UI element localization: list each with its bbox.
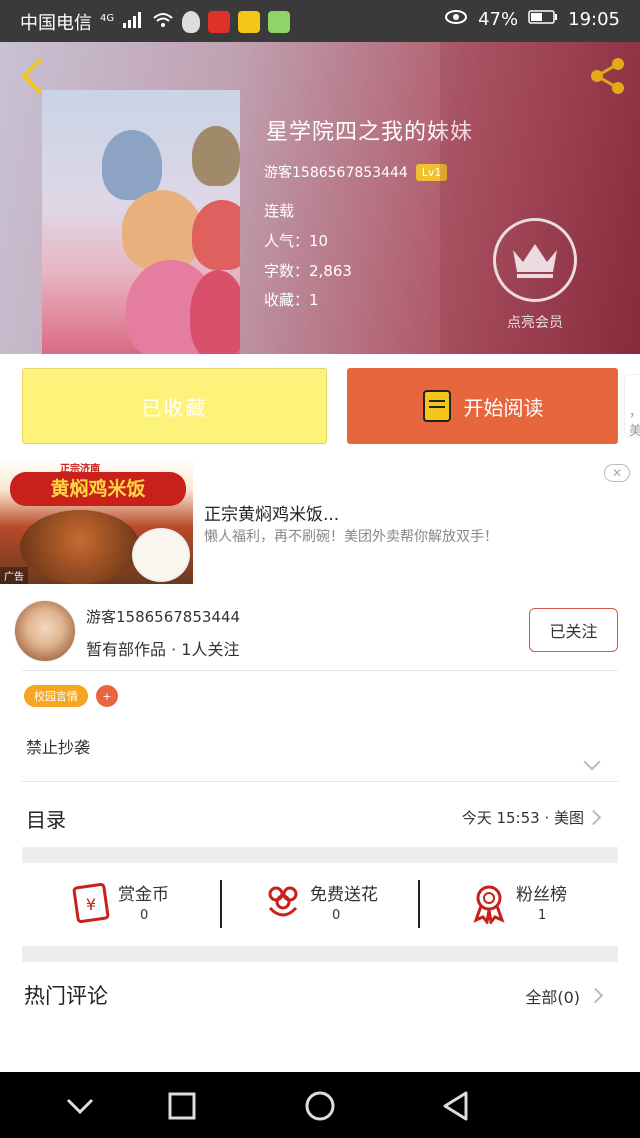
signal-icon bbox=[122, 11, 144, 34]
author-section: 游客1586567853444 暂有部作品 · 1人关注 已关注 校园言情 + … bbox=[0, 594, 640, 1072]
back-triangle-icon[interactable] bbox=[440, 1090, 472, 1122]
medal-icon bbox=[473, 885, 505, 924]
share-button[interactable] bbox=[588, 56, 628, 96]
app-icon-green bbox=[268, 11, 291, 33]
network-label: 4G bbox=[100, 12, 115, 24]
qq-icon bbox=[182, 11, 201, 33]
divider bbox=[418, 880, 420, 928]
ad-close-button[interactable]: ✕ bbox=[604, 464, 630, 482]
fan-ranking-value: 1 bbox=[538, 908, 547, 923]
word-count-value: 2,863 bbox=[309, 262, 352, 280]
wifi-icon bbox=[152, 11, 174, 34]
word-count-label: 字数： bbox=[264, 262, 310, 280]
book-icon bbox=[422, 390, 451, 422]
send-flower-value: 0 bbox=[332, 908, 341, 923]
reward-coins-button[interactable]: ¥ 赏金币 0 bbox=[70, 876, 266, 932]
favorites-label: 收藏： bbox=[264, 291, 310, 309]
popularity-value: 10 bbox=[309, 232, 329, 250]
ad-banner[interactable]: 正宗济南 黄焖鸡米饭 广告 正宗黄焖鸡米饭... 懒人福利，再不刷碗！美团外卖帮… bbox=[0, 458, 640, 594]
red-envelope-icon: ¥ bbox=[72, 882, 110, 924]
vip-label: 点亮会员 bbox=[507, 315, 563, 331]
expand-chevron-icon[interactable] bbox=[583, 753, 601, 771]
section-separator bbox=[22, 946, 618, 962]
toc-chevron-icon[interactable] bbox=[585, 809, 602, 826]
book-title: 星学院四之我的妹妹 bbox=[266, 120, 474, 145]
toc-title[interactable]: 目录 bbox=[26, 804, 66, 833]
add-tag-button[interactable]: + bbox=[96, 685, 118, 707]
book-status: 连载 bbox=[264, 202, 295, 220]
action-bar: 已收藏 开始阅读 ，美 bbox=[0, 354, 640, 458]
battery-icon bbox=[528, 9, 558, 30]
app-icon-yellow bbox=[238, 11, 261, 33]
share-icon bbox=[591, 58, 624, 94]
author-stats: 暂有部作品 · 1人关注 bbox=[86, 640, 240, 659]
divider bbox=[220, 880, 222, 928]
follow-button[interactable]: 已关注 bbox=[529, 608, 618, 652]
book-header: 星学院四之我的妹妹 游客1586567853444 Lv1 连载 人气：10 字… bbox=[0, 42, 640, 354]
app-icon-red bbox=[208, 11, 231, 33]
eye-icon bbox=[444, 9, 468, 30]
ad-image[interactable]: 正宗济南 黄焖鸡米饭 广告 bbox=[0, 458, 193, 584]
fan-ranking-button[interactable]: 粉丝榜 1 bbox=[468, 876, 640, 932]
svg-text:¥: ¥ bbox=[86, 895, 96, 914]
popularity-row: 人气：10 bbox=[264, 230, 328, 251]
fan-ranking-label: 粉丝榜 bbox=[516, 885, 567, 905]
book-author: 游客1586567853444 bbox=[264, 165, 408, 181]
favorited-button[interactable]: 已收藏 bbox=[22, 368, 327, 444]
avatar[interactable] bbox=[14, 600, 76, 662]
hot-comments-title: 热门评论 bbox=[24, 984, 108, 1008]
comments-chevron-icon[interactable] bbox=[587, 987, 604, 1004]
food-bowl bbox=[20, 510, 140, 584]
level-badge: Lv1 bbox=[415, 163, 448, 181]
chevron-down-icon[interactable] bbox=[64, 1090, 96, 1122]
divider bbox=[22, 670, 618, 671]
book-description: 禁止抄袭 bbox=[26, 738, 91, 757]
divider bbox=[22, 781, 618, 782]
ad-title[interactable]: 正宗黄焖鸡米饭... bbox=[204, 500, 339, 525]
book-cover[interactable] bbox=[42, 90, 240, 354]
vip-button[interactable]: 点亮会员 bbox=[492, 218, 578, 332]
author-name[interactable]: 游客1586567853444 bbox=[86, 606, 240, 627]
recent-apps-icon[interactable] bbox=[166, 1090, 198, 1122]
ad-description: 懒人福利，再不刷碗！美团外卖帮你解放双手！ bbox=[204, 529, 498, 545]
favorites-row: 收藏：1 bbox=[264, 289, 319, 310]
flower-icon bbox=[268, 886, 298, 917]
system-nav-bar bbox=[0, 1072, 640, 1138]
tag-campus-romance[interactable]: 校园言情 bbox=[24, 685, 88, 707]
crown-icon bbox=[513, 244, 557, 278]
reward-coins-value: 0 bbox=[140, 908, 149, 923]
home-icon[interactable] bbox=[304, 1090, 336, 1122]
battery-percent: 47% bbox=[478, 9, 519, 30]
clock: 19:05 bbox=[568, 9, 620, 30]
status-bar: 中国电信 4G 47% 19:05 bbox=[0, 0, 640, 42]
start-reading-label: 开始阅读 bbox=[463, 395, 544, 420]
favorites-value: 1 bbox=[309, 291, 319, 309]
section-separator bbox=[22, 847, 618, 863]
carrier-label: 中国电信 bbox=[20, 13, 92, 34]
send-flower-button[interactable]: 免费送花 0 bbox=[262, 876, 458, 932]
word-count-row: 字数：2,863 bbox=[264, 260, 352, 281]
next-button-peek[interactable]: ，美 bbox=[624, 374, 640, 439]
reward-coins-label: 赏金币 bbox=[118, 885, 169, 905]
all-comments-link[interactable]: 全部(0) bbox=[525, 984, 580, 1008]
popularity-label: 人气： bbox=[264, 232, 310, 250]
ad-image-banner: 黄焖鸡米饭 bbox=[10, 472, 186, 506]
send-flower-label: 免费送花 bbox=[310, 885, 378, 905]
start-reading-button[interactable]: 开始阅读 bbox=[347, 368, 618, 444]
ad-tag: 广告 bbox=[0, 567, 28, 584]
book-author-row: 游客1586567853444 Lv1 bbox=[264, 162, 448, 182]
rice-bowl bbox=[132, 528, 190, 582]
toc-latest-update[interactable]: 今天 15:53 · 美图 bbox=[462, 807, 584, 828]
